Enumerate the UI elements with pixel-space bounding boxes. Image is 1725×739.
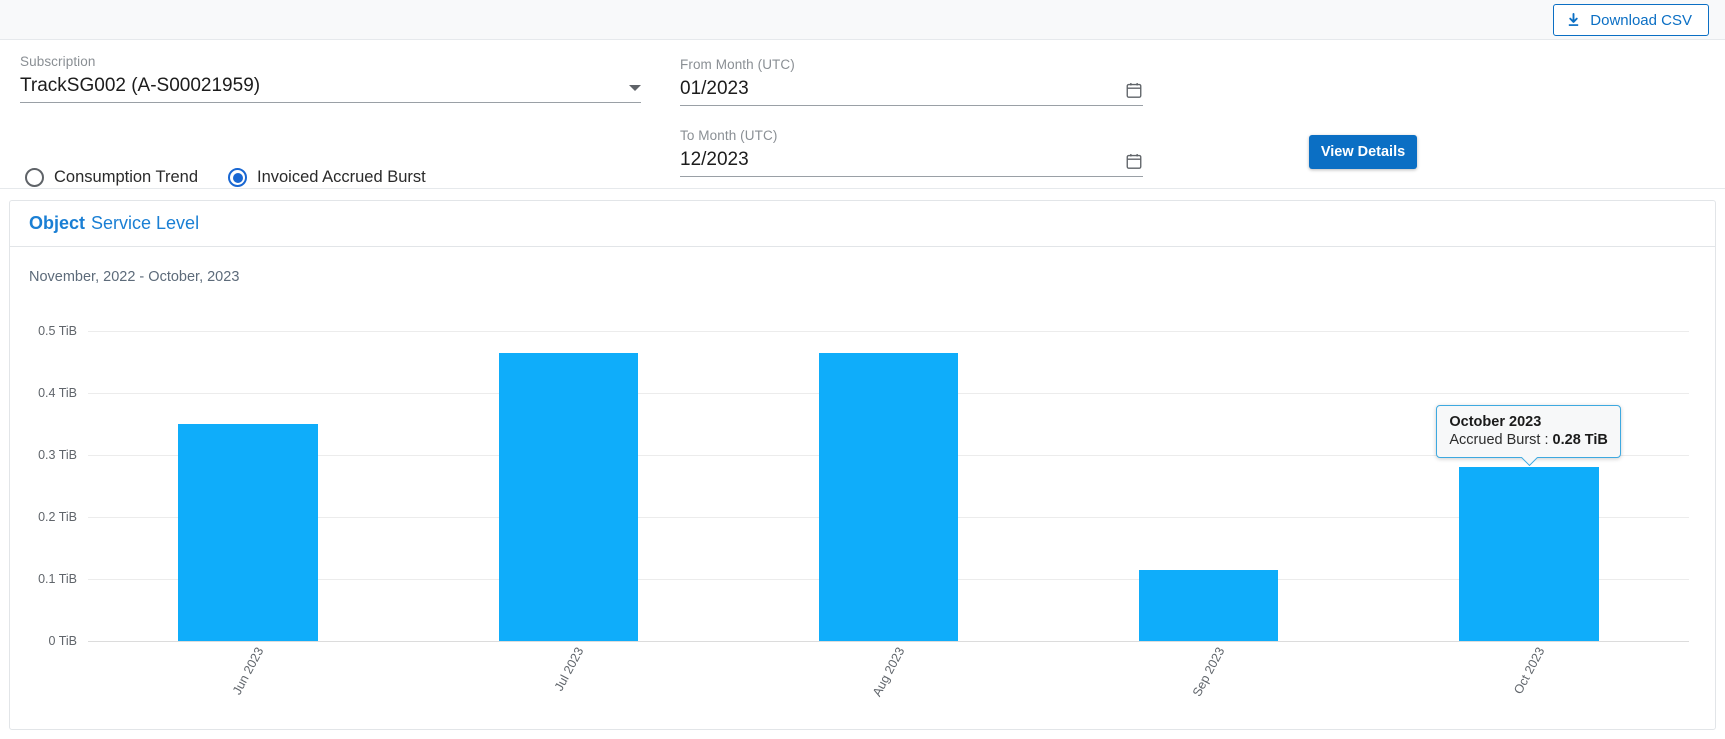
- tooltip-metric: Accrued Burst : 0.28 TiB: [1449, 432, 1608, 448]
- radio-checked-icon: [228, 168, 247, 187]
- subscription-field: Subscription TrackSG002 (A-S00021959): [20, 54, 641, 103]
- y-axis-tick-label: 0.3 TiB: [38, 448, 77, 462]
- chart-card-body: November, 2022 - October, 2023 0.5 TiB 0.…: [10, 247, 1715, 729]
- from-month-input-row[interactable]: 01/2023: [680, 78, 1143, 106]
- download-csv-label: Download CSV: [1590, 11, 1692, 29]
- y-axis-tick-label: 0.2 TiB: [38, 510, 77, 524]
- radio-unchecked-icon: [25, 168, 44, 187]
- subscription-label: Subscription: [20, 54, 96, 69]
- to-month-value: 12/2023: [680, 149, 749, 170]
- view-mode-radio-group: Consumption Trend Invoiced Accrued Burst: [25, 168, 426, 187]
- bar-chart-plot: 0.5 TiB 0.4 TiB 0.3 TiB 0.2 TiB 0.1 TiB 0 TiB…: [38, 324, 1689, 699]
- chart-card: Object Service Level November, 2022 - Oc…: [9, 200, 1716, 730]
- bar[interactable]: [1459, 467, 1599, 641]
- chart-date-range: November, 2022 - October, 2023: [29, 269, 240, 285]
- chart-card-title: Object Service Level: [10, 201, 1715, 247]
- tooltip-metric-label: Accrued Burst :: [1449, 432, 1553, 449]
- subscription-select[interactable]: TrackSG002 (A-S00021959): [20, 75, 641, 103]
- chart-tooltip: October 2023 Accrued Burst : 0.28 TiB: [1436, 405, 1621, 459]
- bar[interactable]: [178, 424, 318, 641]
- x-axis-tick-label: Oct 2023: [1511, 645, 1548, 697]
- y-axis-tick-label: 0 TiB: [48, 634, 78, 648]
- radio-consumption-trend[interactable]: Consumption Trend: [25, 168, 198, 187]
- y-axis-tick-label: 0.5 TiB: [38, 324, 77, 338]
- bar[interactable]: [498, 352, 638, 641]
- from-month-label: From Month (UTC): [680, 57, 795, 72]
- chart-title-bold: Object: [29, 213, 86, 233]
- subscription-value: TrackSG002 (A-S00021959): [20, 75, 261, 96]
- download-csv-button[interactable]: Download CSV: [1553, 4, 1709, 36]
- gridline: 0.5 TiB: [38, 324, 1689, 338]
- calendar-icon[interactable]: [1125, 81, 1143, 99]
- x-axis-tick-label: Jul 2023: [552, 645, 587, 694]
- chart-title-rest: Service Level: [91, 213, 200, 233]
- calendar-icon[interactable]: [1125, 152, 1143, 170]
- x-axis-tick-label: Aug 2023: [869, 645, 907, 699]
- tooltip-metric-value: 0.28 TiB: [1552, 432, 1608, 449]
- from-month-field: From Month (UTC) 01/2023: [680, 57, 1143, 106]
- tooltip-title: October 2023: [1449, 414, 1542, 431]
- to-month-field: To Month (UTC) 12/2023: [680, 128, 1143, 177]
- top-toolbar: Download CSV: [0, 0, 1725, 40]
- radio-invoiced-accrued-burst[interactable]: Invoiced Accrued Burst: [228, 168, 426, 187]
- to-month-label: To Month (UTC): [680, 128, 778, 143]
- radio-consumption-trend-label: Consumption Trend: [54, 168, 198, 186]
- bar[interactable]: [818, 352, 959, 641]
- from-month-value: 01/2023: [680, 78, 749, 99]
- gridline: 0 TiB: [49, 634, 1689, 648]
- y-axis-tick-label: 0.4 TiB: [38, 386, 77, 400]
- bar[interactable]: [1139, 569, 1279, 641]
- x-axis-tick-label: Jun 2023: [229, 645, 267, 697]
- radio-invoiced-accrued-burst-label: Invoiced Accrued Burst: [257, 168, 426, 186]
- filter-panel: Subscription TrackSG002 (A-S00021959) Fr…: [0, 40, 1725, 189]
- to-month-input-row[interactable]: 12/2023: [680, 149, 1143, 177]
- y-axis-tick-label: 0.1 TiB: [38, 572, 77, 586]
- x-axis-tick-label: Sep 2023: [1189, 645, 1228, 699]
- view-details-button[interactable]: View Details: [1309, 135, 1417, 169]
- download-icon: [1566, 12, 1581, 28]
- chevron-down-icon[interactable]: [629, 84, 641, 91]
- tooltip-arrow: [1520, 457, 1538, 466]
